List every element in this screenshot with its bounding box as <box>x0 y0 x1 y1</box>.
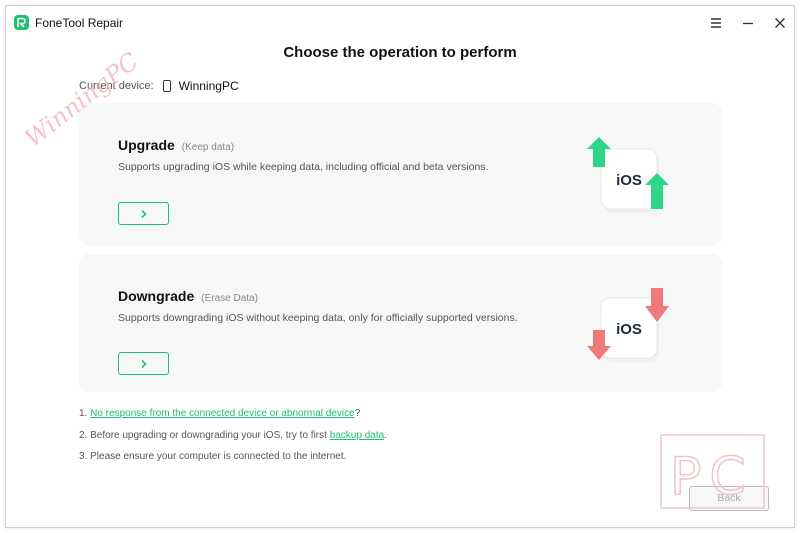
ios-upgrade-icon: iOS <box>587 137 669 213</box>
upgrade-description: Supports upgrading iOS while keeping dat… <box>118 161 489 173</box>
watermark-logo: WinningPC <box>25 47 144 153</box>
downgrade-card[interactable]: Downgrade (Erase Data) Supports downgrad… <box>79 254 722 392</box>
menu-icon[interactable] <box>708 15 724 31</box>
note-item: 1. No response from the connected device… <box>79 408 387 430</box>
close-icon[interactable] <box>772 15 788 31</box>
upgrade-card[interactable]: Upgrade (Keep data) Supports upgrading i… <box>79 103 722 245</box>
ios-label: iOS <box>616 321 642 338</box>
note-item: 2. Before upgrading or downgrading your … <box>79 430 387 452</box>
downgrade-button[interactable] <box>118 352 169 375</box>
ios-label: iOS <box>616 172 642 189</box>
no-response-link[interactable]: No response from the connected device or… <box>90 408 355 419</box>
watermark-text: WinningPC <box>25 47 144 153</box>
note-text: ? <box>354 408 361 419</box>
note-item: 3. Please ensure your computer is connec… <box>79 451 347 462</box>
device-name: WinningPC <box>178 79 239 93</box>
upgrade-subtitle: (Keep data) <box>181 142 235 153</box>
downgrade-description: Supports downgrading iOS without keeping… <box>118 312 518 324</box>
minimize-icon[interactable] <box>740 15 756 31</box>
watermark-pc-logo: PC <box>660 434 765 509</box>
chevron-right-icon <box>141 359 147 369</box>
backup-data-link[interactable]: backup data <box>330 430 385 441</box>
app-logo-icon <box>14 15 29 30</box>
upgrade-button[interactable] <box>118 202 169 225</box>
help-notes: 1. No response from the connected device… <box>79 408 387 473</box>
watermark-pc-text: PC <box>670 447 754 507</box>
title-bar: FoneTool Repair <box>6 6 794 40</box>
note-text: . <box>384 429 387 441</box>
note-text: 2. Before upgrading or downgrading your … <box>79 429 330 441</box>
card-title: Downgrade (Erase Data) <box>118 288 258 304</box>
note-text: 1. <box>79 408 91 419</box>
app-title: FoneTool Repair <box>35 16 124 30</box>
chevron-right-icon <box>141 209 147 219</box>
downgrade-title: Downgrade <box>118 288 195 304</box>
ios-downgrade-icon: iOS <box>587 288 669 362</box>
downgrade-subtitle: (Erase Data) <box>201 293 258 304</box>
